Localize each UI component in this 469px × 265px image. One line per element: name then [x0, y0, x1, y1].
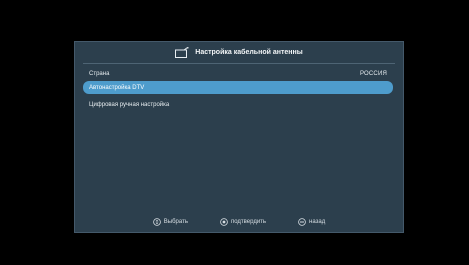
- menu-item-auto-tune-dtv[interactable]: Автонастройка DTV: [83, 81, 393, 94]
- tv-antenna-icon: [175, 46, 189, 58]
- menu-item-label: Автонастройка DTV: [89, 84, 145, 91]
- ok-button-icon: [220, 218, 228, 226]
- hint-select-label: Выбрать: [163, 219, 188, 225]
- hint-back: назад: [298, 218, 325, 226]
- hint-select: Выбрать: [152, 218, 188, 226]
- page-title: Настройка кабельной антенны: [195, 48, 303, 56]
- country-row[interactable]: Страна РОССИЯ: [83, 67, 393, 80]
- antenna-setup-panel: Настройка кабельной антенны Страна РОССИ…: [74, 41, 404, 233]
- button-hints: Выбрать подтвердить назад: [75, 216, 403, 228]
- select-arrows-icon: [152, 218, 161, 226]
- country-value: РОССИЯ: [359, 70, 387, 77]
- country-label: Страна: [89, 70, 110, 77]
- title-bar: Настройка кабельной антенны: [75, 42, 403, 62]
- title-divider: [83, 63, 395, 64]
- hint-back-label: назад: [309, 219, 326, 225]
- menu-item-label: Цифровая ручная настройка: [89, 101, 170, 108]
- hint-confirm-label: подтвердить: [230, 219, 267, 225]
- hint-confirm: подтвердить: [220, 218, 266, 226]
- back-button-icon: [298, 218, 306, 226]
- menu-item-manual-digital-tune[interactable]: Цифровая ручная настройка: [83, 98, 393, 111]
